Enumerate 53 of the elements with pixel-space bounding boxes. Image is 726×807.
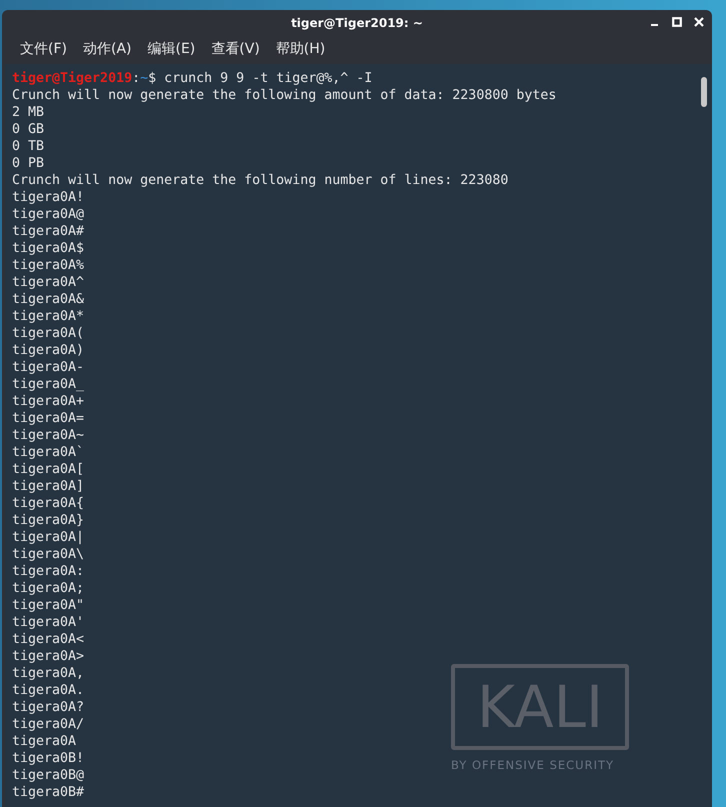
menu-item[interactable]: 动作(A) xyxy=(74,40,140,58)
output-line: tigera0B@ xyxy=(12,767,84,784)
output-line: tigera0B! xyxy=(12,750,84,767)
output-line: tigera0A" xyxy=(12,597,84,614)
output-line: tigera0A: xyxy=(12,563,84,580)
output-line: tigera0A) xyxy=(12,342,84,359)
output-line: tigera0A< xyxy=(12,631,84,648)
output-line: tigera0A! xyxy=(12,189,84,206)
output-line: tigera0A^ xyxy=(12,274,84,291)
output-line: tigera0A~ xyxy=(12,427,84,444)
output-line: 0 TB xyxy=(12,138,44,155)
maximize-icon[interactable] xyxy=(672,17,682,27)
output-line: tigera0A[ xyxy=(12,461,84,478)
menu-item[interactable]: 编辑(E) xyxy=(140,40,204,58)
logo-tagline: BY OFFENSIVE SECURITY xyxy=(451,758,614,772)
window-title: tiger@Tiger2019: ~ xyxy=(291,16,423,30)
output-line: 0 PB xyxy=(12,155,44,172)
output-line: tigera0A> xyxy=(12,648,84,665)
output-line: tigera0A\ xyxy=(12,546,84,563)
output-line: 2 MB xyxy=(12,104,44,121)
menu-item[interactable]: 文件(F) xyxy=(12,40,75,58)
scrollbar-thumb[interactable] xyxy=(701,77,707,107)
output-line: 0 GB xyxy=(12,121,44,138)
output-line: tigera0A; xyxy=(12,580,84,597)
output-line: tigera0B# xyxy=(12,784,84,801)
menu-item[interactable]: 帮助(H) xyxy=(268,40,334,58)
output-line: tigera0A* xyxy=(12,308,84,325)
close-icon[interactable] xyxy=(694,17,704,27)
output-line: tigera0A{ xyxy=(12,495,84,512)
output-line: tigera0A- xyxy=(12,359,84,376)
output-line: Crunch will now generate the following amount of data: 2230800 bytes xyxy=(12,87,556,104)
output-line: tigera0A/ xyxy=(12,716,84,733)
output-line: tigera0A? xyxy=(12,699,84,716)
output-line: tigera0A} xyxy=(12,512,84,529)
output-line: tigera0A] xyxy=(12,478,84,495)
output-line: tigera0A= xyxy=(12,410,84,427)
output-line: tigera0A' xyxy=(12,614,84,631)
output-line: tigera0A| xyxy=(12,529,84,546)
output-line: tigera0A. xyxy=(12,682,84,699)
output-line: tigera0A+ xyxy=(12,393,84,410)
output-line: tigera0A& xyxy=(12,291,84,308)
output-line: tigera0A xyxy=(12,733,78,750)
output-line: tigera0A% xyxy=(12,257,84,274)
output-line: tigera0A@ xyxy=(12,206,84,223)
output-line: tigera0A$ xyxy=(12,240,84,257)
output-line: tigera0A, xyxy=(12,665,84,682)
output-line: tigera0A( xyxy=(12,325,84,342)
output-line: tigera0A# xyxy=(12,223,84,240)
output-line: tigera0A` xyxy=(12,444,84,461)
output-line: tigera0A_ xyxy=(12,376,84,393)
prompt-line: tiger@Tiger2019:~$ crunch 9 9 -t tiger@%,^ -I xyxy=(12,70,372,87)
menu-item[interactable]: 查看(V) xyxy=(203,40,268,58)
output-line: Crunch will now generate the following number of lines: 223080 xyxy=(12,172,508,189)
